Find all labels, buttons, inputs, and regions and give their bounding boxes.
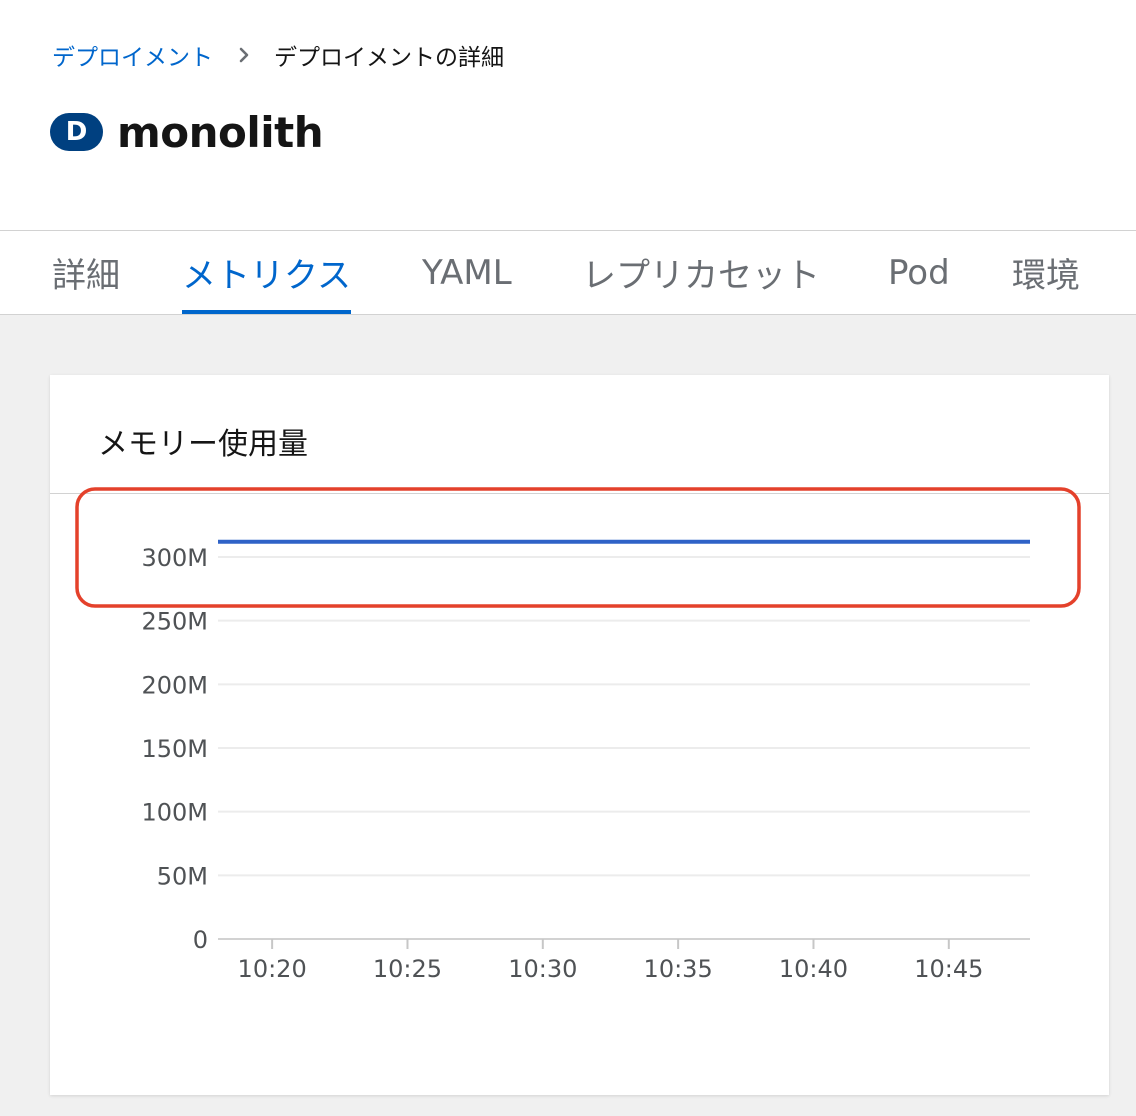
tab-replicasets-label: レプリカセット	[582, 256, 820, 296]
page-header: デプロイメント デプロイメントの詳細 D monolith	[0, 0, 1136, 230]
memory-usage-card: メモリー使用量	[50, 375, 1109, 1095]
tab-metrics-label: メトリクス	[182, 256, 351, 296]
breadcrumb-current: デプロイメントの詳細	[274, 45, 504, 71]
memory-usage-title: メモリー使用量	[98, 427, 308, 462]
tab-details[interactable]: 詳細	[52, 231, 120, 314]
tab-yaml-label: YAML	[422, 252, 512, 293]
breadcrumb-deployments-link[interactable]: デプロイメント	[52, 38, 213, 72]
breadcrumb: デプロイメント デプロイメントの詳細	[52, 38, 504, 72]
tab-pods[interactable]: Pod	[888, 231, 950, 314]
chevron-right-icon	[239, 47, 250, 63]
card-divider	[50, 493, 1109, 494]
tab-pods-label: Pod	[888, 252, 950, 293]
deployment-resource-icon: D	[50, 113, 103, 151]
tab-bar: 詳細 メトリクス YAML レプリカセット Pod 環境	[0, 230, 1136, 315]
page-title: monolith	[117, 107, 324, 157]
page-title-row: D monolith	[50, 104, 324, 160]
tab-details-label: 詳細	[52, 256, 120, 296]
active-tab-indicator	[182, 310, 351, 314]
tab-environment-label: 環境	[1012, 256, 1080, 296]
tab-environment[interactable]: 環境	[1012, 231, 1080, 314]
tab-replicasets[interactable]: レプリカセット	[582, 231, 820, 314]
tab-yaml[interactable]: YAML	[422, 231, 512, 314]
tab-metrics[interactable]: メトリクス	[182, 231, 351, 314]
